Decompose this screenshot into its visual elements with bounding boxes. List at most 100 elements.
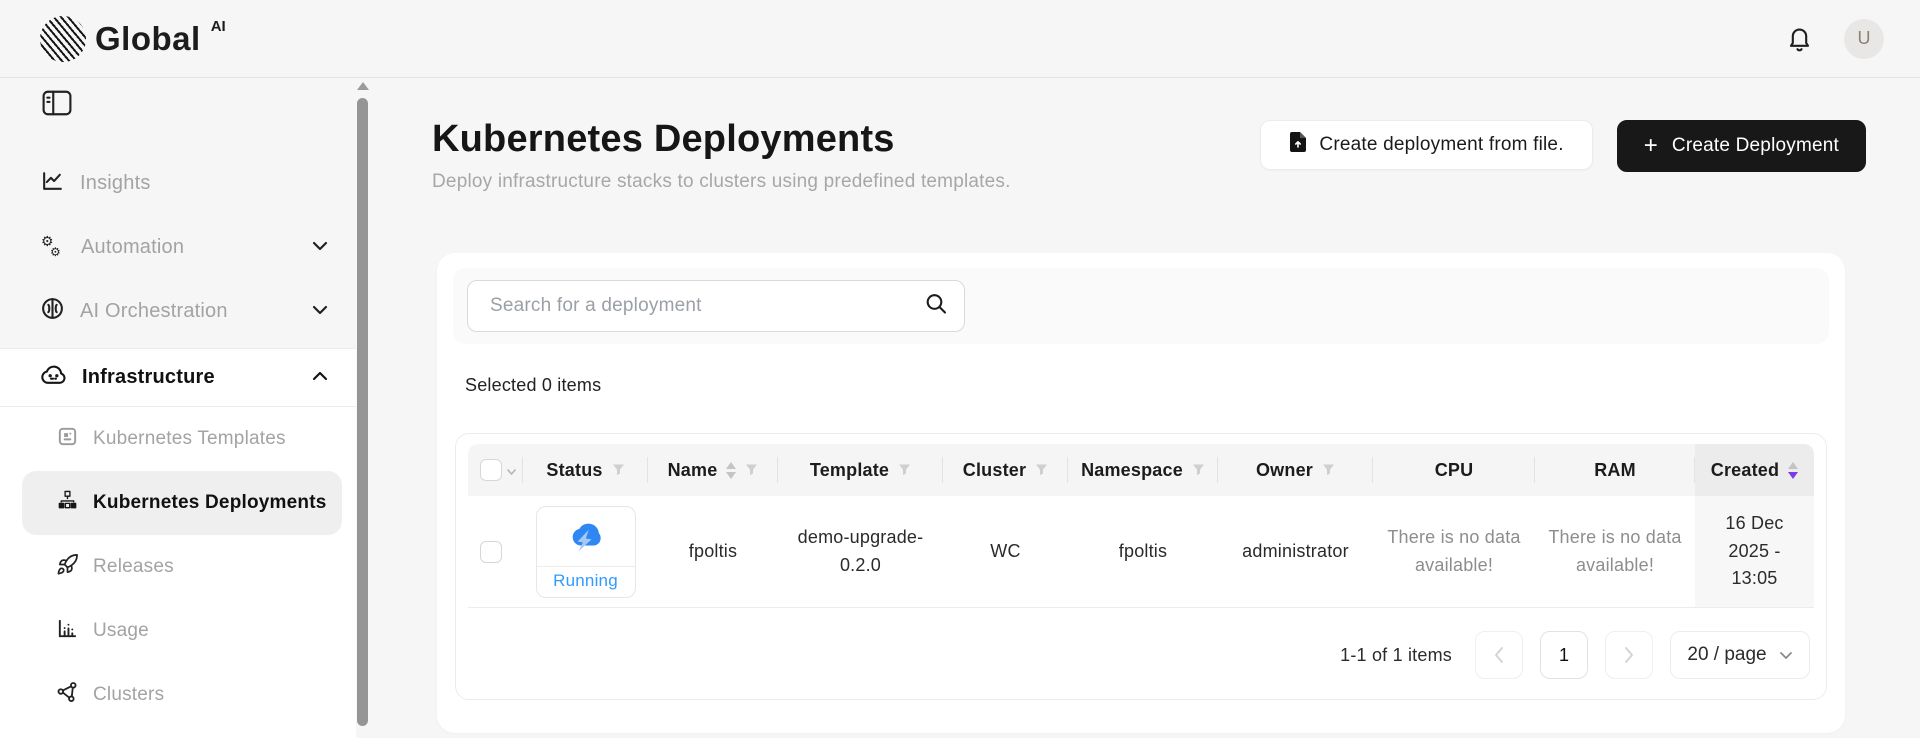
status-cloud-icon bbox=[537, 507, 635, 566]
header-actions: U bbox=[1782, 19, 1884, 59]
sidebar-item-label: Releases bbox=[93, 556, 174, 578]
select-all-checkbox[interactable] bbox=[480, 459, 502, 481]
sidebar-scrollbar[interactable] bbox=[356, 78, 370, 738]
search-input-wrap bbox=[467, 280, 965, 332]
pagination-prev-button[interactable] bbox=[1475, 631, 1523, 679]
sidebar-item-automation[interactable]: ⚙ ⚙ Automation bbox=[0, 215, 356, 279]
search-icon[interactable] bbox=[925, 293, 947, 320]
sidebar: Insights ⚙ ⚙ Automation bbox=[0, 78, 372, 738]
sort-asc-caret[interactable] bbox=[726, 462, 736, 469]
column-label: Status bbox=[546, 460, 602, 481]
chevron-down-icon bbox=[1779, 651, 1793, 660]
notifications-bell-icon[interactable] bbox=[1782, 22, 1816, 56]
column-label: Template bbox=[810, 460, 889, 481]
column-label: RAM bbox=[1594, 460, 1636, 481]
column-header-status[interactable]: Status bbox=[523, 444, 648, 496]
created-cell: 16 Dec 2025 - 13:05 bbox=[1695, 496, 1814, 607]
sort-icon[interactable] bbox=[1788, 462, 1798, 479]
search-panel bbox=[453, 268, 1829, 344]
column-label: Namespace bbox=[1081, 460, 1183, 481]
page-head-text: Kubernetes Deployments Deploy infrastruc… bbox=[432, 118, 1011, 193]
bottom-strip bbox=[0, 738, 1920, 753]
column-header-owner[interactable]: Owner bbox=[1218, 444, 1373, 496]
filter-icon[interactable] bbox=[1192, 460, 1205, 481]
sidebar-item-label: Usage bbox=[93, 620, 149, 642]
ram-cell: There is no data available! bbox=[1535, 496, 1695, 607]
chevron-down-icon[interactable] bbox=[506, 460, 517, 481]
scrollbar-thumb[interactable] bbox=[357, 98, 368, 726]
pagination: 1-1 of 1 items 1 20 / page bbox=[468, 608, 1814, 702]
namespace-cell: fpoltis bbox=[1068, 496, 1218, 607]
filter-icon[interactable] bbox=[1035, 460, 1048, 481]
filter-icon[interactable] bbox=[1322, 460, 1335, 481]
search-input[interactable] bbox=[467, 280, 965, 332]
sort-desc-caret-active[interactable] bbox=[1788, 472, 1798, 479]
sidebar-item-releases[interactable]: Releases bbox=[0, 535, 356, 599]
sidebar-item-label: Insights bbox=[80, 172, 151, 195]
sidebar-toggle-icon[interactable] bbox=[42, 90, 72, 116]
owner-cell: administrator bbox=[1218, 496, 1373, 607]
chevron-down-icon bbox=[312, 302, 328, 320]
column-label: Cluster bbox=[963, 460, 1026, 481]
button-label: Create Deployment bbox=[1672, 135, 1839, 157]
column-header-ram[interactable]: RAM bbox=[1535, 444, 1695, 496]
rocket-icon bbox=[56, 553, 79, 581]
plus-icon: + bbox=[1644, 134, 1658, 158]
template-icon bbox=[56, 425, 79, 453]
pagination-next-button[interactable] bbox=[1605, 631, 1653, 679]
create-deployment-button[interactable]: + Create Deployment bbox=[1617, 120, 1866, 172]
status-cell: Running bbox=[523, 496, 648, 607]
sort-asc-caret[interactable] bbox=[1788, 462, 1798, 469]
brand-logo: Global AI bbox=[40, 16, 225, 62]
pagination-summary: 1-1 of 1 items bbox=[1340, 645, 1452, 666]
user-avatar[interactable]: U bbox=[1844, 19, 1884, 59]
sidebar-item-label: AI Orchestration bbox=[80, 300, 228, 323]
page-size-value: 20 / page bbox=[1687, 644, 1766, 666]
brand-mark-icon bbox=[40, 16, 86, 62]
sidebar-item-infrastructure[interactable]: Infrastructure bbox=[0, 348, 356, 407]
sidebar-item-kubernetes-templates[interactable]: Kubernetes Templates bbox=[0, 407, 356, 471]
status-badge[interactable]: Running bbox=[536, 506, 636, 598]
body: Insights ⚙ ⚙ Automation bbox=[0, 78, 1920, 738]
button-label: Create deployment from file. bbox=[1319, 134, 1563, 156]
deployments-table: Status Name bbox=[455, 433, 1827, 700]
create-deployment-from-file-button[interactable]: Create deployment from file. bbox=[1260, 120, 1592, 170]
filter-icon[interactable] bbox=[745, 460, 758, 481]
app-root: Global AI U bbox=[0, 0, 1920, 753]
column-header-name[interactable]: Name bbox=[648, 444, 778, 496]
sort-icon[interactable] bbox=[726, 462, 736, 479]
sidebar-item-label: Kubernetes Deployments bbox=[93, 492, 327, 514]
page-head: Kubernetes Deployments Deploy infrastruc… bbox=[432, 118, 1866, 193]
pagination-page-1[interactable]: 1 bbox=[1540, 631, 1588, 679]
column-label: Owner bbox=[1256, 460, 1313, 481]
column-header-template[interactable]: Template bbox=[778, 444, 943, 496]
sidebar-item-label: Infrastructure bbox=[82, 366, 215, 389]
filter-icon[interactable] bbox=[898, 460, 911, 481]
column-header-namespace[interactable]: Namespace bbox=[1068, 444, 1218, 496]
scrollbar-up-arrow[interactable] bbox=[357, 82, 369, 90]
network-icon bbox=[56, 681, 79, 709]
filter-icon[interactable] bbox=[612, 460, 625, 481]
sort-desc-caret[interactable] bbox=[726, 472, 736, 479]
sidebar-item-usage[interactable]: Usage bbox=[0, 599, 356, 663]
sidebar-item-ai-orchestration[interactable]: AI Orchestration bbox=[0, 279, 356, 343]
row-select-cell bbox=[468, 496, 523, 607]
page-title: Kubernetes Deployments bbox=[432, 118, 1011, 161]
status-label: Running bbox=[537, 566, 635, 597]
sidebar-item-label: Kubernetes Templates bbox=[93, 428, 286, 450]
cloud-icon bbox=[40, 362, 67, 392]
main-content: Kubernetes Deployments Deploy infrastruc… bbox=[372, 78, 1920, 738]
page-subtitle: Deploy infrastructure stacks to clusters… bbox=[432, 171, 1011, 193]
column-header-created[interactable]: Created bbox=[1695, 444, 1814, 496]
sidebar-item-insights[interactable]: Insights bbox=[0, 151, 356, 215]
page-size-select[interactable]: 20 / page bbox=[1670, 631, 1810, 679]
table-row[interactable]: Running fpoltis demo-upgrade-0.2.0 WC fp… bbox=[468, 496, 1814, 608]
sidebar-item-kubernetes-deployments[interactable]: Kubernetes Deployments bbox=[22, 471, 342, 535]
deployments-card: Selected 0 items Status bbox=[437, 253, 1845, 733]
column-header-cpu[interactable]: CPU bbox=[1373, 444, 1535, 496]
row-checkbox[interactable] bbox=[480, 541, 502, 563]
sidebar-item-clusters[interactable]: Clusters bbox=[0, 663, 356, 727]
column-header-cluster[interactable]: Cluster bbox=[943, 444, 1068, 496]
brand-superscript: AI bbox=[211, 18, 226, 35]
file-upload-icon bbox=[1289, 131, 1307, 159]
